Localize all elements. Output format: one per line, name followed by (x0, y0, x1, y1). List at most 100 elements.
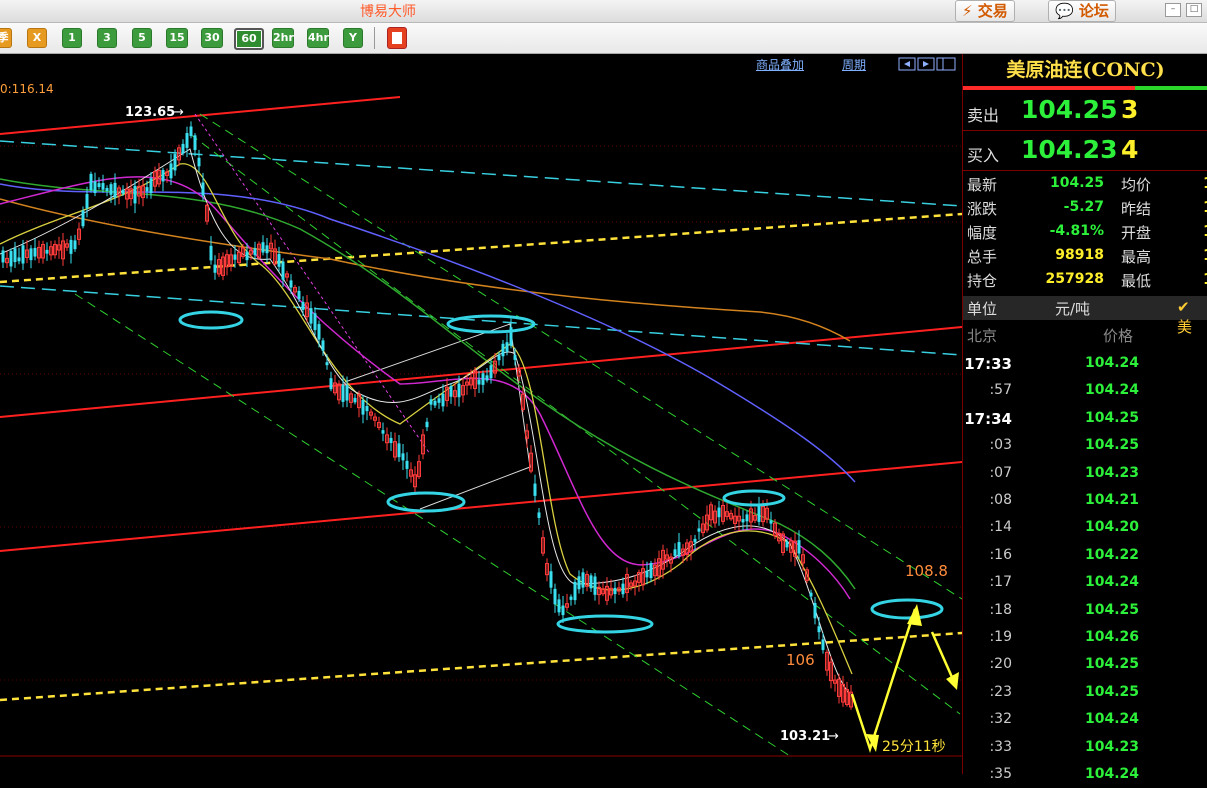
tick-time: :03 (989, 437, 1012, 454)
tick-row[interactable]: :33 104.23 (963, 734, 1207, 761)
period-button-4[interactable]: 5 (132, 28, 152, 48)
candle (425, 421, 429, 428)
tick-time: 17:33 (964, 355, 1012, 373)
candle (429, 399, 433, 405)
stat-value: 104.25 (1049, 175, 1104, 191)
period-button-8[interactable]: 2hr (272, 28, 294, 48)
tick-price: 104.21 (1085, 492, 1140, 508)
tick-row[interactable]: :03 104.25 (963, 432, 1207, 459)
candle (181, 143, 185, 154)
tick-time: :08 (989, 492, 1012, 508)
candle (433, 400, 437, 406)
highlight-ellipse (556, 614, 654, 634)
chart-canvas[interactable]: 123.65→103.21→108.810625分11秒 (0, 54, 963, 774)
tick-row[interactable]: :14 104.20 (963, 514, 1207, 541)
tick-price: 104.23 (1085, 464, 1140, 481)
candle (105, 188, 109, 192)
period-button-3[interactable]: 3 (97, 28, 117, 48)
period-button-9[interactable]: 4hr (307, 28, 329, 48)
tick-row[interactable]: :07 104.23 (963, 460, 1207, 487)
candle (281, 261, 285, 280)
stat-label: 涨跌 (967, 200, 998, 218)
candle (613, 587, 617, 595)
tick-row[interactable]: :18 104.25 (963, 597, 1207, 624)
minimize-icon[interactable]: – (1165, 3, 1181, 17)
highlight-ellipse (178, 310, 244, 330)
tick-price: 104.23 (1085, 738, 1140, 755)
tick-row[interactable]: :17 104.24 (963, 569, 1207, 596)
candle (533, 483, 537, 496)
tick-price: 104.25 (1085, 656, 1140, 673)
candle (693, 538, 697, 543)
candle (145, 187, 149, 192)
tick-row[interactable]: :08 104.21 (963, 487, 1207, 514)
forum-button[interactable]: 💬 论坛 (1048, 0, 1116, 22)
candle (93, 181, 97, 193)
period-button-2[interactable]: 1 (62, 28, 82, 48)
candle (381, 430, 385, 434)
tick-time: :23 (989, 683, 1012, 700)
candle (769, 520, 773, 524)
tick-row[interactable]: :23 104.25 (963, 679, 1207, 706)
candle (21, 245, 25, 264)
tick-row[interactable]: 17:33 104.24 (963, 350, 1207, 377)
candle (233, 254, 237, 260)
period-button-0[interactable]: 季 (0, 28, 12, 48)
stat-value: -5.27 (1063, 199, 1104, 215)
period-button-10[interactable]: Y (343, 28, 363, 48)
unit-label: 单位 (967, 300, 998, 318)
candle (697, 528, 701, 532)
trade-button[interactable]: ⚡ 交易 (955, 0, 1015, 22)
candle (365, 406, 369, 412)
arrow-head-icon (946, 672, 959, 690)
candle (673, 549, 677, 556)
tick-row[interactable]: :32 104.24 (963, 706, 1207, 733)
candle (477, 379, 481, 385)
candle (85, 194, 89, 209)
stat-row: 持仓 257928 最低 1 (963, 268, 1207, 293)
sell-row: 卖出 104.25 3 (963, 92, 1207, 131)
tick-row[interactable]: :20 104.25 (963, 651, 1207, 678)
tick-row[interactable]: :35 104.24 (963, 761, 1207, 788)
unit-row: 单位 元/吨 ✔ 美 (963, 296, 1207, 336)
period-link[interactable]: 周期 (842, 56, 866, 73)
layout-switch-icon[interactable] (898, 56, 958, 71)
tick-time: :32 (989, 711, 1012, 728)
trend-line-yellow (0, 631, 963, 702)
candle (209, 245, 213, 261)
stat-value-2: 1 (1203, 198, 1207, 216)
buy-volume: 4 (1121, 135, 1139, 164)
candle (457, 383, 461, 398)
tick-row[interactable]: :19 104.26 (963, 624, 1207, 651)
period-button-1[interactable]: X (27, 28, 47, 48)
candle (121, 189, 125, 194)
maximize-icon[interactable]: □ (1186, 3, 1202, 17)
candle (317, 324, 321, 340)
trend-line-green (199, 113, 963, 600)
bar-countdown: 25分11秒 (882, 739, 946, 755)
candle (261, 242, 265, 253)
stat-value-2: 1 (1203, 270, 1207, 288)
tick-time: :18 (989, 601, 1012, 618)
period-button-6[interactable]: 30 (201, 28, 223, 48)
notebook-icon[interactable] (387, 27, 407, 49)
candlestick-chart[interactable]: 123.65 → 103.21 → 108.8 106 25分11秒 (0, 54, 963, 774)
candle (1, 250, 5, 263)
tick-row[interactable]: :57 104.24 (963, 377, 1207, 404)
highlight-ellipse (870, 598, 944, 620)
overlay-link[interactable]: 商品叠加 (756, 56, 804, 73)
stat-row: 最新 104.25 均价 1 (963, 172, 1207, 197)
period-button-7[interactable]: 60 (234, 28, 264, 50)
candle (301, 301, 305, 310)
stat-row: 总手 98918 最高 1 (963, 244, 1207, 269)
low-price-label: 103.21 (780, 729, 830, 744)
tick-time: :16 (989, 546, 1012, 563)
period-button-5[interactable]: 15 (166, 28, 188, 48)
tick-row[interactable]: :16 104.22 (963, 542, 1207, 569)
candle (401, 453, 405, 461)
candle (741, 519, 745, 523)
candle (449, 386, 453, 397)
tick-row[interactable]: 17:34 104.25 (963, 405, 1207, 432)
tick-time: :07 (989, 464, 1012, 481)
stat-label-2: 开盘 (1121, 224, 1152, 242)
